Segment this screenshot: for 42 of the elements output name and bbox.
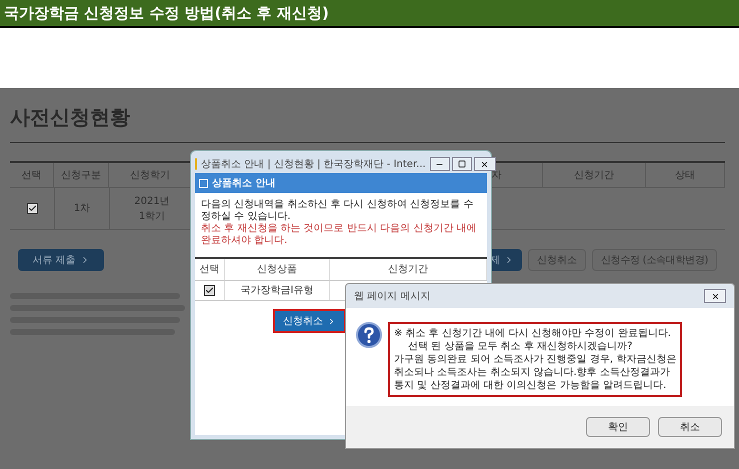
square-icon xyxy=(199,178,208,188)
column-header: 신청상품 xyxy=(257,263,297,277)
question-icon xyxy=(356,322,382,348)
warning-text: 취소 후 재신청을 하는 것이므로 반드시 다음의 신청기간 내에 완료하셔야 합니다. xyxy=(201,223,478,247)
message-line: ※ 취소 후 신청기간 내에 다시 신청해야만 수정이 완료됩니다. xyxy=(394,327,672,340)
column-header: 상태 xyxy=(675,168,696,182)
close-button[interactable] xyxy=(704,289,726,303)
check-icon xyxy=(205,286,214,295)
dialog-button[interactable]: 확인 xyxy=(586,417,650,437)
close-button[interactable] xyxy=(474,157,496,171)
notice-text: 다음의 신청내역을 취소하신 후 다시 신청하여 신청정보를 수정하실 수 있습니다. xyxy=(201,199,474,223)
table-cell-text: 1차 xyxy=(72,202,92,216)
column-header: 신청기간 xyxy=(388,263,428,277)
message-line: 취소되나 소득조사는 취소되지 않습니다.향후 소득산정결과가 xyxy=(394,366,671,379)
table-cell-text: 국가장학금I유형 xyxy=(240,284,314,298)
cancel-application-button[interactable]: 신청취소 xyxy=(275,311,344,331)
check-icon xyxy=(28,204,36,213)
row-checkbox[interactable] xyxy=(26,203,38,214)
column-header: 자 xyxy=(492,168,502,182)
header-title: 국가장학금 신청정보 수정 방법(취소 후 재신청) xyxy=(4,2,329,24)
chevron-icon xyxy=(327,316,336,326)
column-header: 선택 xyxy=(22,168,42,182)
close-icon xyxy=(710,292,720,300)
message-line: 선택 된 상품을 모두 취소 후 재신청하시겠습니까? xyxy=(407,340,634,353)
maximize-button[interactable] xyxy=(452,157,472,171)
column-header: 신청기간 xyxy=(574,168,614,182)
popup-header-title: 상품취소 안내 xyxy=(212,176,276,190)
page-heading: 사전신청현황 xyxy=(10,102,725,143)
table-cell-text: 2021년 1학기 xyxy=(133,194,171,224)
maximize-icon xyxy=(458,160,466,168)
column-header: 신청구분 xyxy=(60,168,101,182)
window-title: 상품취소 안내 | 신청현황 | 한국장학재단 - Inter... xyxy=(201,158,426,172)
dialog-button[interactable]: 취소 xyxy=(658,417,722,437)
page-button[interactable]: 서류 제출 xyxy=(18,249,104,271)
close-icon xyxy=(480,160,490,168)
row-checkbox[interactable] xyxy=(204,285,215,296)
message-line: 통지 및 산정결과에 대한 이의신청은 가능함을 알려드립니다. xyxy=(394,379,668,392)
minimize-button[interactable] xyxy=(430,157,450,171)
message-line: 가구원 동의완료 되어 소득조사가 진행중일 경우, 학자금신청은 xyxy=(394,353,676,366)
column-header: 선택 xyxy=(200,263,220,277)
column-header: 신청학기 xyxy=(130,168,170,182)
dialog-title: 웹 페이지 메시지 xyxy=(354,290,430,304)
